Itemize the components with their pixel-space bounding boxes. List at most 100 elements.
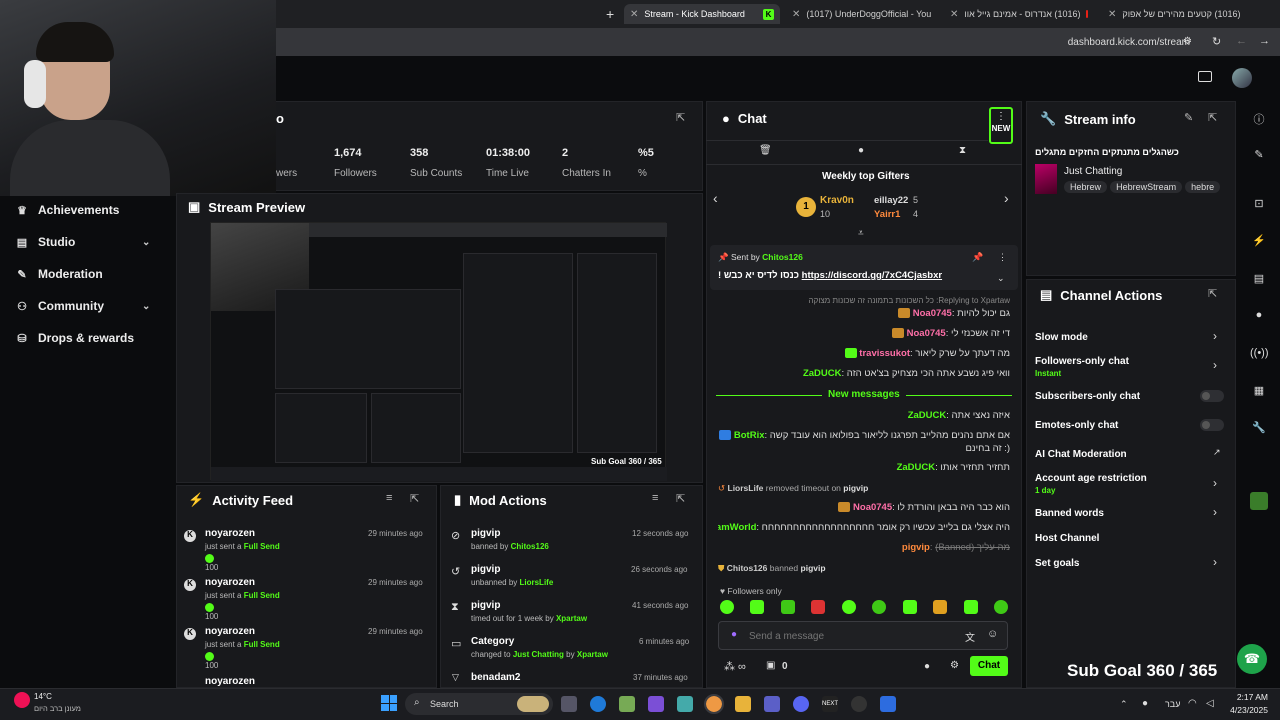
emoji-icon[interactable]: ☺ (987, 628, 998, 640)
slow-mode-setting[interactable]: Slow mode (1035, 332, 1088, 343)
popout-icon[interactable]: ⇱ (676, 492, 685, 505)
popout-icon[interactable]: ⇱ (676, 111, 685, 124)
emote-icon[interactable] (811, 600, 826, 614)
info-icon[interactable]: ⓘ (1250, 111, 1268, 127)
sidebar-item-moderation[interactable]: ✎ Moderation (16, 267, 102, 281)
stream-preview-video[interactable]: Sub Goal 360 / 365 (210, 222, 667, 481)
discord-link[interactable]: https://discord.gg/7xC4Cjasbxr (802, 270, 942, 281)
language-indicator[interactable]: עבר (1165, 699, 1180, 709)
external-link-icon[interactable]: ↗ (1213, 447, 1221, 458)
tag[interactable]: hebre (1185, 181, 1221, 193)
support-chat-icon[interactable]: ☎ (1237, 644, 1267, 674)
chevron-right-icon[interactable]: › (1213, 476, 1217, 490)
chat-bubble-icon[interactable]: ● (1250, 309, 1268, 321)
collapse-icon[interactable]: ⩡ (858, 228, 864, 239)
close-icon[interactable]: ✕ (792, 9, 800, 20)
emote-icon[interactable] (720, 600, 734, 614)
wrench-icon[interactable]: 🔧 (1250, 421, 1268, 434)
chevron-right-icon[interactable]: › (1213, 358, 1217, 372)
windows-start-icon[interactable] (381, 695, 397, 711)
filter-icon[interactable]: ≡ (386, 492, 392, 504)
sidebar-item-drops[interactable]: ⛁ Drops & rewards (16, 331, 134, 345)
send-chat-button[interactable]: Chat (970, 656, 1008, 676)
emote-icon[interactable] (750, 600, 765, 614)
weather-icon[interactable] (14, 692, 30, 708)
hourglass-icon[interactable]: ⧗ (959, 145, 966, 156)
new-tab-button[interactable]: + (600, 4, 620, 24)
chrome-icon[interactable] (704, 694, 724, 714)
camera-icon[interactable]: ⊡ (1250, 197, 1268, 210)
back-icon[interactable]: ← (1236, 35, 1247, 47)
emote-icon[interactable] (841, 600, 856, 614)
emote-icon[interactable] (993, 600, 1008, 614)
set-goals-setting[interactable]: Set goals (1035, 558, 1079, 569)
app-icon[interactable] (677, 696, 693, 712)
discord-icon[interactable] (793, 696, 809, 712)
chat-menu-button[interactable]: ⋮ NEW (989, 107, 1013, 144)
tag[interactable]: Hebrew (1064, 181, 1108, 193)
close-icon[interactable]: ✕ (1108, 9, 1116, 20)
app-icon[interactable] (880, 696, 896, 712)
emote-icon[interactable] (780, 600, 795, 614)
gift-icon[interactable]: ▣ (766, 660, 775, 671)
category-name[interactable]: Just Chatting (1064, 166, 1122, 177)
close-icon[interactable]: ✕ (950, 9, 958, 20)
app-icon[interactable] (648, 696, 664, 712)
emote-icon[interactable] (902, 600, 917, 614)
edit-icon[interactable]: ✎ (1250, 148, 1268, 161)
mic-icon[interactable]: ● (1142, 698, 1148, 709)
emote-icon[interactable] (872, 600, 887, 614)
emote-icon[interactable] (963, 600, 978, 614)
reload-icon[interactable]: ↻ (1212, 35, 1221, 48)
tab-youtube-3[interactable]: ✕ (1016) קטעים מהירים של אפוק (1102, 4, 1252, 24)
tab-kick-dashboard[interactable]: ✕ Stream - Kick Dashboard K (624, 4, 780, 24)
chevron-left-icon[interactable]: ‹ (713, 190, 718, 206)
file-explorer-icon[interactable] (735, 696, 751, 712)
gear-icon[interactable]: ⚙ (950, 660, 959, 671)
task-view-icon[interactable] (561, 696, 577, 712)
document-icon[interactable]: ▤ (1250, 272, 1268, 285)
close-icon[interactable]: ✕ (630, 9, 638, 20)
trash-icon[interactable]: 🗑 (759, 145, 772, 156)
teams-icon[interactable] (764, 696, 780, 712)
popout-icon[interactable]: ⇱ (410, 492, 419, 505)
mic-icon[interactable]: ● (731, 629, 737, 640)
chat-bubble-icon[interactable]: ● (858, 145, 864, 156)
chevron-down-icon[interactable]: ⌄ (997, 273, 1005, 284)
obs-icon[interactable] (851, 696, 867, 712)
kicks-icon[interactable]: ⁂ ∞ (724, 660, 746, 673)
tag[interactable]: HebrewStream (1110, 181, 1183, 193)
edge-icon[interactable] (590, 696, 606, 712)
followers-only-setting[interactable]: Followers-only chat Instant (1035, 356, 1129, 378)
lightning-icon[interactable]: ⚡ (1250, 234, 1268, 247)
taskbar-search[interactable]: ⌕ Search (405, 693, 553, 715)
tab-youtube-2[interactable]: ✕ (1016) אנדרוס - אמינם גייל אוו (944, 4, 1094, 24)
wifi-icon[interactable]: ◠ (1188, 698, 1197, 709)
host-channel-setting[interactable]: Host Channel (1035, 533, 1099, 544)
forward-icon[interactable]: → (1259, 35, 1270, 47)
chevron-right-icon[interactable]: › (1213, 329, 1217, 343)
chevron-right-icon[interactable]: › (1213, 555, 1217, 569)
ai-moderation-setting[interactable]: AI Chat Moderation (1035, 449, 1127, 460)
filter-icon[interactable]: ≡ (652, 492, 658, 504)
site-settings-icon[interactable]: ⚙ (1183, 36, 1192, 47)
app-icon[interactable]: NEXT (822, 696, 838, 712)
theater-mode-icon[interactable] (1198, 71, 1212, 82)
tab-youtube-1[interactable]: ✕ (1017) UnderDoggOfficial - You (786, 4, 936, 24)
broadcast-icon[interactable]: ((•)) (1250, 347, 1269, 359)
subscribers-only-toggle[interactable] (1200, 390, 1224, 402)
translate-icon[interactable]: 文 (965, 629, 975, 644)
sidebar-item-community[interactable]: ⚇ Community ⌄ (16, 299, 166, 313)
kebab-icon[interactable]: ⋮ (998, 252, 1007, 263)
clock-time[interactable]: 2:17 AM (1236, 692, 1268, 702)
emotes-only-toggle[interactable] (1200, 419, 1224, 431)
store-icon[interactable] (619, 696, 635, 712)
chevron-right-icon[interactable]: › (1213, 505, 1217, 519)
chat-bubble-icon[interactable]: ● (924, 661, 930, 672)
chevron-up-icon[interactable]: ⌃ (1120, 699, 1128, 710)
edit-icon[interactable]: ✎ (1184, 111, 1193, 124)
banned-words-setting[interactable]: Banned words (1035, 508, 1104, 519)
clock-date[interactable]: 4/23/2025 (1226, 705, 1268, 715)
extension-icon[interactable] (1250, 492, 1268, 510)
account-age-setting[interactable]: Account age restriction 1 day (1035, 473, 1147, 495)
